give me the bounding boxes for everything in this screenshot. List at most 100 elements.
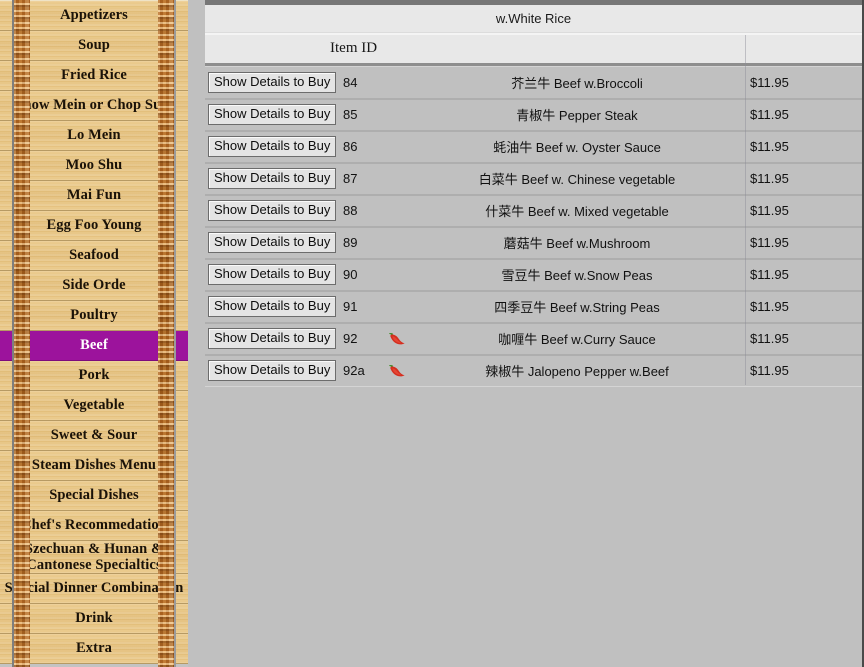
page-root: Appetizers Soup Fried Rice Chow Mein or Cho… xyxy=(0,0,864,667)
sidebar-item-steam-dishes-menu[interactable]: Steam Dishes Menu xyxy=(0,450,188,481)
show-details-to-buy-button[interactable]: Show Details to Buy xyxy=(208,104,337,125)
sidebar-item-moo-shu[interactable]: Moo Shu xyxy=(0,150,188,181)
cell-price: $11.95 xyxy=(737,130,862,164)
show-details-to-buy-button[interactable]: Show Details to Buy xyxy=(208,296,337,317)
cell-item-id: 92 xyxy=(337,322,375,356)
sidebar-row: Chow Mein or Chop Suey xyxy=(0,90,188,121)
cell-spicy xyxy=(375,194,417,228)
cell-action: Show Details to Buy xyxy=(205,290,337,324)
sidebar-item-pork[interactable]: Pork xyxy=(0,360,188,391)
sidebar-item-chef-s-recommedation[interactable]: Chef's Recommedation xyxy=(0,510,188,541)
sidebar-item-appetizers[interactable]: Appetizers xyxy=(0,0,188,31)
cell-dish-name: 辣椒牛 Jalopeno Pepper w.Beef xyxy=(417,354,737,388)
cell-action: Show Details to Buy xyxy=(205,130,337,164)
cell-action: Show Details to Buy xyxy=(205,322,337,356)
sidebar-item-label: Lo Mein xyxy=(67,127,121,143)
chili-pepper-icon xyxy=(386,331,406,346)
table-row: Show Details to Buy 85 青椒牛 Pepper Steak $11… xyxy=(205,98,862,132)
cell-spicy xyxy=(375,290,417,324)
sidebar-item-extra[interactable]: Extra xyxy=(0,633,188,664)
sidebar-left-edge xyxy=(12,0,14,667)
table-row: Show Details to Buy 84 芥兰牛 Beef w.Broccoli… xyxy=(205,66,862,100)
sidebar-item-label: Poultry xyxy=(70,307,118,323)
cell-action: Show Details to Buy xyxy=(205,66,337,100)
show-details-to-buy-button[interactable]: Show Details to Buy xyxy=(208,71,337,93)
cell-price: $11.95 xyxy=(737,226,862,260)
show-details-to-buy-button[interactable]: Show Details to Buy xyxy=(208,360,337,381)
cell-price: $11.95 xyxy=(737,290,862,324)
cell-action: Show Details to Buy xyxy=(205,194,337,228)
dish-table: Show Details to Buy 84 芥兰牛 Beef w.Broccoli… xyxy=(205,66,862,388)
sidebar-item-chow-mein-or-chop-suey[interactable]: Chow Mein or Chop Suey xyxy=(0,90,188,121)
sidebar-item-label: Soup xyxy=(78,37,110,53)
cell-spicy xyxy=(375,162,417,196)
table-row: Show Details to Buy 91 四季豆牛 Beef w.String … xyxy=(205,290,862,324)
cell-price: $11.95 xyxy=(737,258,862,292)
chili-pepper-icon xyxy=(386,363,406,378)
table-row: Show Details to Buy 88 什菜牛 Beef w. Mixed v… xyxy=(205,194,862,228)
cell-price: $11.95 xyxy=(737,194,862,228)
show-details-to-buy-button[interactable]: Show Details to Buy xyxy=(208,168,337,189)
sidebar-item-label: Beef xyxy=(80,337,108,353)
show-details-to-buy-button[interactable]: Show Details to Buy xyxy=(208,200,337,221)
sidebar-item-fried-rice[interactable]: Fried Rice xyxy=(0,60,188,91)
sidebar-item-label: Fried Rice xyxy=(61,67,127,83)
sidebar-item-special-dishes[interactable]: Special Dishes xyxy=(0,480,188,511)
sidebar-item-label: Szechuan & Hunan & Cantonese Specialtics xyxy=(24,541,164,573)
sidebar-item-mai-fun[interactable]: Mai Fun xyxy=(0,180,188,211)
show-details-to-buy-button[interactable]: Show Details to Buy xyxy=(208,328,337,349)
sidebar-row: Fried Rice xyxy=(0,60,188,91)
cell-item-id: 91 xyxy=(337,290,375,324)
sidebar-item-poultry[interactable]: Poultry xyxy=(0,300,188,331)
sidebar-item-label: Egg Foo Young xyxy=(46,217,142,233)
sidebar-item-label: Drink xyxy=(75,610,113,626)
sidebar-item-beef[interactable]: Beef xyxy=(0,330,188,361)
sidebar-item-label: Sweet & Sour xyxy=(50,427,138,443)
cell-spicy xyxy=(375,98,417,132)
cell-spicy xyxy=(375,130,417,164)
sidebar-item-label: Side Orde xyxy=(62,277,126,293)
table-row: Show Details to Buy 87 白菜牛 Beef w. Chinese… xyxy=(205,162,862,196)
sidebar-item-lo-mein[interactable]: Lo Mein xyxy=(0,120,188,151)
cell-item-id: 86 xyxy=(337,130,375,164)
cell-action: Show Details to Buy xyxy=(205,162,337,196)
show-details-to-buy-button[interactable]: Show Details to Buy xyxy=(208,232,337,253)
cell-dish-name: 四季豆牛 Beef w.String Peas xyxy=(417,290,737,324)
column-header-item-id: Item ID xyxy=(330,40,378,56)
sidebar-item-sweet-sour[interactable]: Sweet & Sour xyxy=(0,420,188,451)
sidebar-item-drink[interactable]: Drink xyxy=(0,603,188,634)
sidebar-item-szechuan-hunan-cantonese-specialtics[interactable]: Szechuan & Hunan & Cantonese Specialtics xyxy=(0,540,188,574)
cell-spicy xyxy=(375,258,417,292)
table-row: Show Details to Buy 92 咖喱牛 Beef w.Curry Sa… xyxy=(205,322,862,356)
sidebar-item-label: Steam Dishes Menu xyxy=(31,457,157,473)
main-panel: w.White Rice Item ID Show Details to Buy… xyxy=(205,0,862,667)
sidebar-item-label: Vegetable xyxy=(63,397,125,413)
sidebar-item-seafood[interactable]: Seafood xyxy=(0,240,188,271)
sidebar-row: Special Dinner Combination xyxy=(0,573,188,604)
cell-dish-name: 咖喱牛 Beef w.Curry Sauce xyxy=(417,322,737,356)
sidebar-row: Pork xyxy=(0,360,188,391)
cell-dish-name: 芥兰牛 Beef w.Broccoli xyxy=(417,66,737,100)
sidebar-item-vegetable[interactable]: Vegetable xyxy=(0,390,188,421)
show-details-to-buy-button[interactable]: Show Details to Buy xyxy=(208,136,337,157)
sidebar-item-label: Moo Shu xyxy=(65,157,123,173)
sidebar-right-edge xyxy=(174,0,176,667)
sidebar-row: Mai Fun xyxy=(0,180,188,211)
sidebar-item-side-orde[interactable]: Side Orde xyxy=(0,270,188,301)
sidebar-item-special-dinner-combination[interactable]: Special Dinner Combination xyxy=(0,573,188,604)
sidebar-item-soup[interactable]: Soup xyxy=(0,30,188,61)
cell-dish-name: 白菜牛 Beef w. Chinese vegetable xyxy=(417,162,737,196)
cell-item-id: 90 xyxy=(337,258,375,292)
cell-spicy xyxy=(375,322,417,356)
sidebar-row: Extra xyxy=(0,633,188,664)
sidebar-row: Side Orde xyxy=(0,270,188,301)
cell-dish-name: 什菜牛 Beef w. Mixed vegetable xyxy=(417,194,737,228)
cell-action: Show Details to Buy xyxy=(205,354,337,388)
cell-item-id: 89 xyxy=(337,226,375,260)
sidebar-row: Steam Dishes Menu xyxy=(0,450,188,481)
show-details-to-buy-button[interactable]: Show Details to Buy xyxy=(208,264,337,285)
sidebar-item-label: Special Dishes xyxy=(49,487,139,503)
cell-spicy xyxy=(375,226,417,260)
sidebar-item-egg-foo-young[interactable]: Egg Foo Young xyxy=(0,210,188,241)
sidebar-row: Vegetable xyxy=(0,390,188,421)
